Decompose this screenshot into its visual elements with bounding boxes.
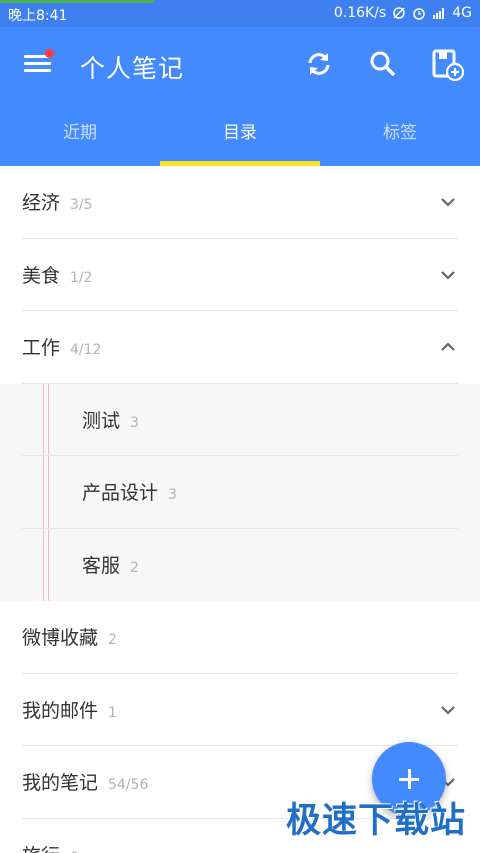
subfolder-row[interactable]: 产品设计 3 — [0, 456, 480, 529]
tree-line — [43, 456, 44, 529]
loading-progress-bar — [0, 0, 154, 3]
chevron-up-icon[interactable] — [440, 339, 456, 355]
folder-name: 我的笔记 — [22, 772, 99, 794]
folder-name: 旅行 — [22, 845, 60, 853]
search-icon[interactable] — [366, 47, 400, 81]
folder-row[interactable]: 我的邮件 1 — [0, 673, 480, 746]
folder-row[interactable]: 微博收藏 2 — [0, 601, 480, 674]
network-speed: 0.16K/s — [333, 5, 387, 21]
subfolder-row[interactable]: 客服 2 — [0, 528, 480, 601]
tab-bar: 近期 目录 标签 — [0, 102, 480, 166]
tree-line — [48, 456, 49, 529]
tree-line — [43, 383, 44, 456]
folder-count: 1 — [108, 704, 117, 721]
app-bar: 个人笔记 — [0, 27, 480, 102]
folder-name: 微博收藏 — [22, 627, 99, 649]
alarm-icon — [413, 8, 425, 20]
subfolder-name: 测试 — [82, 409, 121, 432]
notification-dot — [45, 49, 54, 58]
status-indicators: 0.16K/s 4G — [334, 5, 472, 21]
folder-count: 2 — [108, 632, 117, 648]
folder-count: 4/12 — [70, 342, 102, 358]
folder-row[interactable]: 经济 3/5 — [0, 166, 480, 239]
subfolder-name: 产品设计 — [82, 482, 159, 504]
folder-name: 美食 — [22, 264, 61, 287]
folder-row[interactable]: 工作 4/12 — [0, 311, 480, 384]
subfolder-name: 客服 — [82, 554, 121, 577]
sync-icon[interactable] — [302, 47, 336, 81]
tab-tags[interactable]: 标签 — [320, 102, 480, 166]
app-title: 个人笔记 — [80, 54, 185, 83]
signal-icon — [433, 8, 445, 19]
new-notebook-icon[interactable] — [430, 47, 464, 81]
menu-button[interactable] — [22, 49, 54, 77]
folder-name: 工作 — [22, 337, 61, 359]
chevron-down-icon[interactable] — [440, 267, 456, 283]
folder-count: 0 — [70, 850, 79, 853]
subfolder-count: 3 — [130, 414, 139, 431]
folder-count: 3/5 — [70, 197, 93, 213]
sync-status-icon — [393, 7, 405, 19]
subfolder-count: 2 — [130, 559, 139, 576]
watermark: 极速下载站 — [286, 801, 467, 841]
folder-name: 我的邮件 — [22, 699, 99, 722]
tab-recent[interactable]: 近期 — [0, 102, 160, 166]
tree-line — [43, 528, 44, 601]
status-bar: 晚上8:41 0.16K/s 4G — [0, 0, 480, 27]
folder-count: 1/2 — [70, 269, 93, 286]
tab-directory[interactable]: 目录 — [160, 102, 320, 166]
folder-count: 54/56 — [108, 777, 149, 793]
chevron-down-icon[interactable] — [440, 702, 456, 718]
subfolder-row[interactable]: 测试 3 — [0, 383, 480, 456]
chevron-down-icon[interactable] — [440, 194, 456, 210]
status-time: 晚上8:41 — [8, 8, 68, 24]
folder-name: 经济 — [22, 192, 61, 214]
folder-row[interactable]: 美食 1/2 — [0, 238, 480, 311]
tree-line — [48, 528, 49, 601]
tree-line — [48, 383, 49, 456]
subfolder-count: 3 — [168, 487, 177, 503]
network-type: 4G — [452, 5, 472, 21]
